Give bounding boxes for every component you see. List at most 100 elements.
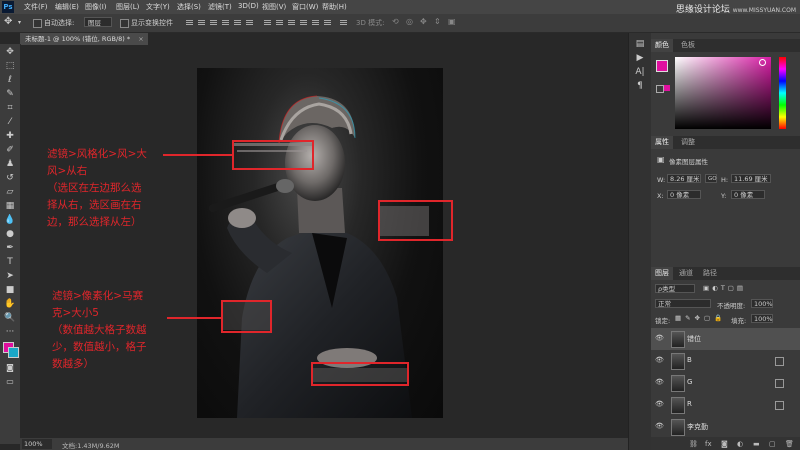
path-select-tool-icon[interactable]: ➤: [4, 271, 16, 282]
move-tool-icon[interactable]: ✥: [4, 47, 16, 58]
screen-mode-icon[interactable]: ▭: [4, 376, 16, 387]
3d-rotate-icon[interactable]: ⟲: [392, 17, 399, 26]
distribute-hcenter-icon[interactable]: [312, 19, 319, 27]
menu-edit[interactable]: 编辑(E): [55, 2, 79, 12]
auto-select-checkbox[interactable]: [33, 19, 42, 28]
layer-style-icon[interactable]: [775, 379, 784, 388]
close-tab-icon[interactable]: ×: [138, 35, 143, 43]
background-color-swatch[interactable]: [8, 347, 19, 358]
opacity-field[interactable]: 100%: [751, 299, 773, 308]
color-picker-cursor[interactable]: [759, 59, 766, 66]
photoshop-logo-icon[interactable]: Ps: [2, 1, 14, 13]
align-left-icon[interactable]: [222, 19, 229, 27]
align-right-icon[interactable]: [246, 19, 253, 27]
layer-row[interactable]: 👁 李克勤: [651, 416, 800, 439]
visibility-eye-icon[interactable]: 👁: [655, 400, 664, 408]
show-transform-checkbox[interactable]: [120, 19, 129, 28]
dodge-tool-icon[interactable]: ●: [4, 229, 16, 240]
quick-mask-icon[interactable]: ◙: [4, 362, 16, 373]
eraser-tool-icon[interactable]: ▱: [4, 187, 16, 198]
hand-tool-icon[interactable]: ✋: [4, 299, 16, 310]
web-color-chip[interactable]: [664, 85, 670, 91]
align-bottom-icon[interactable]: [210, 19, 217, 27]
menu-help[interactable]: 帮助(H): [322, 2, 347, 12]
history-brush-tool-icon[interactable]: ↺: [4, 173, 16, 184]
visibility-eye-icon[interactable]: 👁: [655, 334, 664, 342]
y-field[interactable]: 0 像素: [731, 190, 765, 199]
tab-channels[interactable]: 通道: [675, 267, 697, 280]
distribute-vcenter-icon[interactable]: [276, 19, 283, 27]
fx-icon[interactable]: fx: [705, 440, 712, 448]
tab-paths[interactable]: 路径: [699, 267, 721, 280]
width-field[interactable]: 8.26 厘米: [667, 174, 701, 183]
layer-style-icon[interactable]: [775, 357, 784, 366]
history-panel-icon[interactable]: ▤: [634, 39, 646, 50]
layer-row[interactable]: 👁 错位: [651, 328, 800, 351]
layer-filter-icons[interactable]: ▣◐T▢▤: [703, 284, 746, 292]
3d-pan-icon[interactable]: ✥: [420, 17, 427, 26]
layer-filter-dropdown[interactable]: ρ类型: [655, 284, 695, 293]
tab-color[interactable]: 颜色: [651, 39, 673, 52]
delete-layer-icon[interactable]: 🗑: [785, 440, 794, 448]
healing-brush-tool-icon[interactable]: ✚: [4, 131, 16, 142]
zoom-field[interactable]: 100%: [22, 439, 52, 449]
link-layers-icon[interactable]: ⛓: [689, 440, 698, 448]
distribute-left-icon[interactable]: [300, 19, 307, 27]
3d-slide-icon[interactable]: ⇕: [434, 17, 441, 26]
tool-preset-dropdown-icon[interactable]: ▾: [18, 19, 21, 26]
menu-3d[interactable]: 3D(D): [238, 2, 259, 10]
layer-style-icon[interactable]: [775, 401, 784, 410]
document-tab[interactable]: 未标题-1 @ 100% (错位, RGB/8) * ×: [20, 33, 148, 45]
layer-row[interactable]: 👁 B: [651, 350, 800, 373]
distribute-right-icon[interactable]: [324, 19, 331, 27]
quick-select-tool-icon[interactable]: ✎: [4, 89, 16, 100]
distribute-top-icon[interactable]: [264, 19, 271, 27]
document-size-info[interactable]: 文档:1.43M/9.62M: [62, 440, 120, 450]
layer-row[interactable]: 👁 G: [651, 372, 800, 395]
rectangle-tool-icon[interactable]: ■: [4, 285, 16, 296]
clone-stamp-tool-icon[interactable]: ♟: [4, 159, 16, 170]
3d-roll-icon[interactable]: ◎: [406, 17, 413, 26]
menu-select[interactable]: 选择(S): [177, 2, 201, 12]
gradient-tool-icon[interactable]: ▦: [4, 201, 16, 212]
menu-filter[interactable]: 滤镜(T): [208, 2, 232, 12]
pen-tool-icon[interactable]: ✒: [4, 243, 16, 254]
x-field[interactable]: 0 像素: [667, 190, 701, 199]
actions-panel-icon[interactable]: ▶: [634, 53, 646, 64]
menu-file[interactable]: 文件(F): [24, 2, 48, 12]
menu-window[interactable]: 窗口(W): [292, 2, 318, 12]
more-tools-icon[interactable]: ···: [4, 327, 16, 338]
auto-align-icon[interactable]: [340, 19, 347, 27]
zoom-tool-icon[interactable]: 🔍: [4, 313, 16, 324]
new-layer-icon[interactable]: ▢: [769, 440, 776, 448]
auto-select-dropdown[interactable]: 图层: [84, 17, 112, 27]
menu-view[interactable]: 视图(V): [262, 2, 286, 12]
move-tool-icon[interactable]: ✥: [4, 16, 12, 27]
visibility-eye-icon[interactable]: 👁: [655, 356, 664, 364]
color-picker-field[interactable]: [675, 57, 771, 129]
new-group-icon[interactable]: ▬: [753, 440, 760, 448]
eyedropper-tool-icon[interactable]: ⁄: [4, 117, 16, 128]
character-panel-icon[interactable]: A|: [634, 67, 646, 78]
height-field[interactable]: 11.69 厘米: [731, 174, 771, 183]
lasso-tool-icon[interactable]: ℓ: [4, 75, 16, 86]
distribute-bottom-icon[interactable]: [288, 19, 295, 27]
align-vcenter-icon[interactable]: [198, 19, 205, 27]
blend-mode-dropdown[interactable]: 正常: [655, 299, 711, 308]
type-tool-icon[interactable]: T: [4, 257, 16, 268]
visibility-eye-icon[interactable]: 👁: [655, 422, 664, 430]
paragraph-panel-icon[interactable]: ¶: [634, 81, 646, 92]
visibility-eye-icon[interactable]: 👁: [655, 378, 664, 386]
crop-tool-icon[interactable]: ⌗: [4, 103, 16, 114]
align-top-icon[interactable]: [186, 19, 193, 27]
align-hcenter-icon[interactable]: [234, 19, 241, 27]
tab-adjustments[interactable]: 调整: [677, 136, 699, 149]
lock-icons[interactable]: ▦✎✥▢🔒: [675, 314, 726, 322]
link-dimensions-button[interactable]: GO: [705, 174, 717, 183]
tab-swatches[interactable]: 色板: [677, 39, 699, 52]
menu-layer[interactable]: 图层(L): [116, 2, 139, 12]
add-mask-icon[interactable]: ◙: [721, 440, 728, 448]
marquee-tool-icon[interactable]: ⬚: [4, 61, 16, 72]
fill-field[interactable]: 100%: [751, 314, 773, 323]
tab-properties[interactable]: 属性: [651, 136, 673, 149]
